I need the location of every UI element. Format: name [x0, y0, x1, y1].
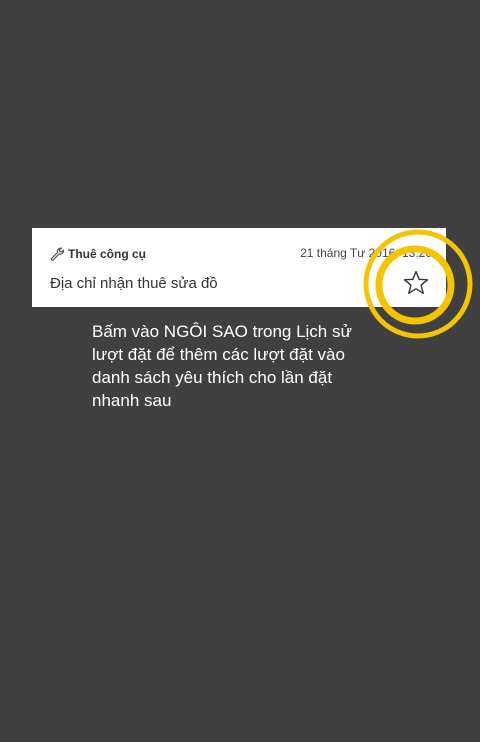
favorite-star-button[interactable] — [401, 268, 431, 298]
booking-timestamp: 21 tháng Tư 2016, 13:20 — [300, 246, 432, 260]
booking-history-card[interactable]: Thuê công cụ 21 tháng Tư 2016, 13:20 Địa… — [32, 228, 446, 307]
card-header: Thuê công cụ 21 tháng Tư 2016, 13:20 — [50, 245, 434, 263]
wrench-icon — [50, 247, 65, 261]
service-category: Thuê công cụ — [68, 247, 146, 261]
booking-address: Địa chỉ nhận thuê sửa đồ — [50, 275, 218, 292]
tutorial-instruction-text: Bấm vào NGÔI SAO trong Lịch sử lượt đặt … — [92, 322, 352, 410]
star-outline-icon — [403, 270, 429, 294]
